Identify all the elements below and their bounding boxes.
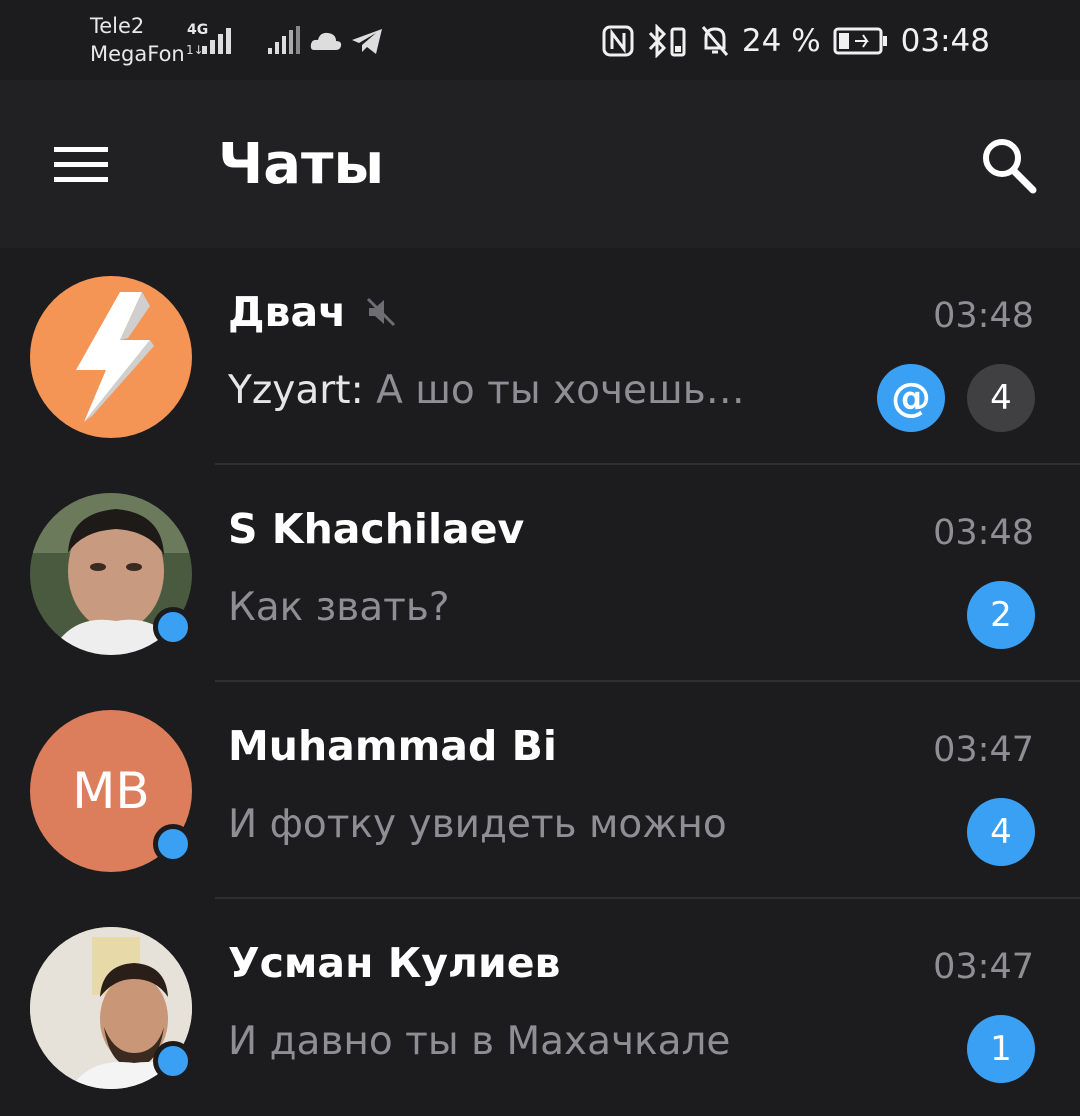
chat-preview: И фотку увидеть можно	[228, 802, 727, 847]
chat-name: Двач	[228, 288, 398, 336]
page-title: Чаты	[218, 132, 385, 197]
chat-row-s-khachilaev[interactable]: S Khachilaev 03:48 Как звать? 2	[0, 465, 1080, 682]
online-indicator	[153, 1041, 193, 1081]
signal-icon: 1↓	[186, 28, 231, 56]
telegram-icon	[352, 29, 382, 54]
carrier-labels: Tele2 MegaFon	[90, 12, 185, 68]
chat-row-muhammad-bi[interactable]: MB Muhammad Bi 03:47 И фотку увидеть мож…	[0, 682, 1080, 899]
online-indicator	[153, 607, 193, 647]
mention-badge: @	[877, 364, 945, 432]
chat-row-dvach[interactable]: Двач 03:48 Yzyart: А шо ты хочешь… @ 4	[0, 248, 1080, 465]
chat-time: 03:47	[933, 947, 1034, 987]
message-text: А шо ты хочешь…	[376, 368, 745, 413]
unread-badge: 1	[967, 1015, 1035, 1083]
chat-name: S Khachilaev	[228, 505, 525, 553]
app-bar: Чаты	[0, 80, 1080, 248]
bluetooth-icon	[648, 24, 686, 58]
menu-button[interactable]	[50, 142, 112, 188]
message-sender: Yzyart:	[228, 368, 377, 413]
chat-name: Muhammad Bi	[228, 722, 557, 770]
chat-preview: Yzyart: А шо ты хочешь…	[228, 368, 745, 413]
avatar	[30, 276, 192, 438]
unread-badge: 4	[967, 364, 1035, 432]
chat-time: 03:48	[933, 296, 1034, 336]
search-button[interactable]	[978, 135, 1040, 197]
status-bar: Tele2 MegaFon 4G 1↓ 24 % 03:48	[0, 0, 1080, 80]
nfc-icon	[602, 25, 634, 57]
unread-badge: 4	[967, 798, 1035, 866]
chat-row-usman-kuliev[interactable]: Усман Кулиев 03:47 И давно ты в Махачкал…	[0, 899, 1080, 1116]
chat-time: 03:48	[933, 513, 1034, 553]
status-time: 03:48	[900, 23, 990, 59]
status-right-group: 24 % 03:48	[602, 20, 990, 62]
unread-badge: 2	[967, 581, 1035, 649]
mute-icon	[701, 26, 729, 56]
lightning-logo-icon	[76, 292, 154, 422]
chat-time: 03:47	[933, 730, 1034, 770]
search-icon	[983, 139, 1037, 194]
chat-preview: И давно ты в Махачкале	[228, 1019, 731, 1064]
chat-name: Усман Кулиев	[228, 939, 561, 987]
online-indicator	[153, 824, 193, 864]
carrier-2: MegaFon	[90, 42, 185, 66]
hamburger-icon	[54, 147, 108, 182]
carrier-1: Tele2	[90, 14, 145, 38]
svg-text:1↓: 1↓	[186, 43, 204, 56]
signal-icon-2	[268, 26, 300, 54]
battery-icon	[833, 27, 887, 55]
cloud-icon	[310, 32, 342, 50]
muted-speaker-icon	[367, 297, 396, 327]
chat-preview: Как звать?	[228, 585, 450, 630]
battery-percent: 24 %	[741, 23, 821, 59]
chat-list: Двач 03:48 Yzyart: А шо ты хочешь… @ 4 S…	[0, 248, 1080, 1116]
